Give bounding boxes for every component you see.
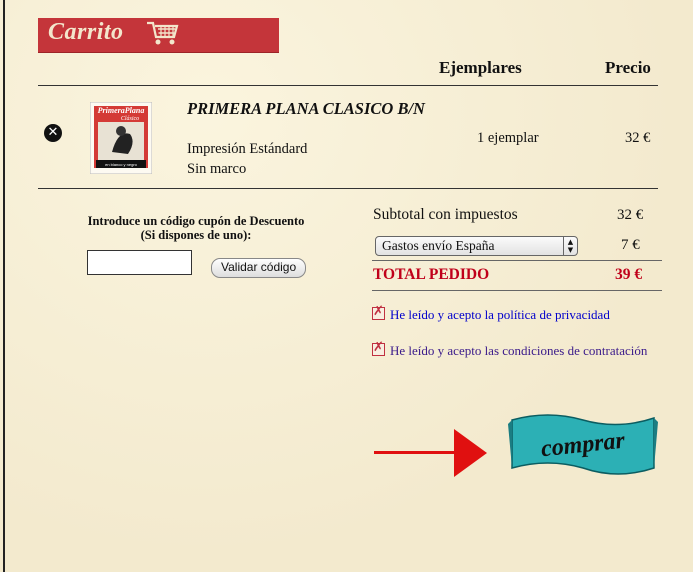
terms-consent: ✗ He leído y acepto las condiciones de co…	[372, 340, 647, 359]
buy-button[interactable]: comprar	[508, 410, 658, 478]
item-quantity: 1 ejemplar	[477, 130, 539, 146]
privacy-consent: ✗ He leído y acepto la política de privac…	[372, 304, 610, 323]
shipping-value: 7 €	[621, 237, 640, 253]
thumbnail-subtitle: Clásico	[121, 116, 139, 122]
arrow-right-icon	[374, 429, 487, 477]
thumbnail-caption: en blanco y negro	[105, 162, 138, 167]
page-left-border	[3, 0, 5, 572]
coupon-code-input[interactable]	[87, 250, 192, 275]
product-thumbnail[interactable]: PrimeraPlana Clásico en blanco y negro	[90, 102, 152, 174]
divider-summary-2	[372, 290, 662, 291]
item-price: 32 €	[625, 130, 651, 146]
terms-consent-label[interactable]: He leído y acepto las condiciones de con…	[390, 343, 647, 358]
validate-code-button[interactable]: Validar código	[211, 258, 307, 278]
x-circle-icon: ✕	[47, 125, 59, 140]
shipping-select[interactable]: Gastos envío España ▲ ▼	[375, 236, 578, 256]
coupon-label: Introduce un código cupón de Descuento (…	[62, 214, 330, 242]
total-label: TOTAL PEDIDO	[373, 266, 490, 283]
column-header-quantity: Ejemplares	[439, 58, 522, 77]
frame-option: Sin marco	[187, 161, 247, 177]
check-x-icon: ✗	[373, 304, 384, 319]
divider-summary-1	[372, 260, 662, 261]
print-type: Impresión Estándard	[187, 141, 308, 157]
privacy-checkbox[interactable]: ✗	[372, 304, 385, 320]
divider-middle	[38, 188, 658, 189]
subtotal-value: 32 €	[617, 207, 644, 223]
check-x-icon: ✗	[373, 340, 384, 355]
privacy-consent-label[interactable]: He leído y acepto la política de privaci…	[390, 307, 610, 322]
shopping-cart-icon	[147, 21, 179, 45]
coupon-label-line2: (Si dispones de uno):	[140, 228, 252, 242]
shipping-selected-value: Gastos envío España	[382, 238, 495, 253]
remove-item-button[interactable]: ✕	[44, 124, 62, 142]
divider-top	[38, 85, 658, 86]
total-value: 39 €	[615, 266, 643, 283]
coupon-label-line1: Introduce un código cupón de Descuento	[87, 214, 305, 228]
thumbnail-title: PrimeraPlana	[98, 106, 145, 115]
select-arrows-icon: ▲ ▼	[563, 237, 577, 255]
cart-title: Carrito	[48, 19, 124, 45]
subtotal-label: Subtotal con impuestos	[373, 206, 518, 223]
column-header-price: Precio	[605, 58, 651, 77]
product-title: PRIMERA PLANA CLASICO B/N	[187, 99, 425, 118]
cart-header-banner: Carrito	[38, 18, 279, 53]
terms-checkbox[interactable]: ✗	[372, 340, 385, 356]
